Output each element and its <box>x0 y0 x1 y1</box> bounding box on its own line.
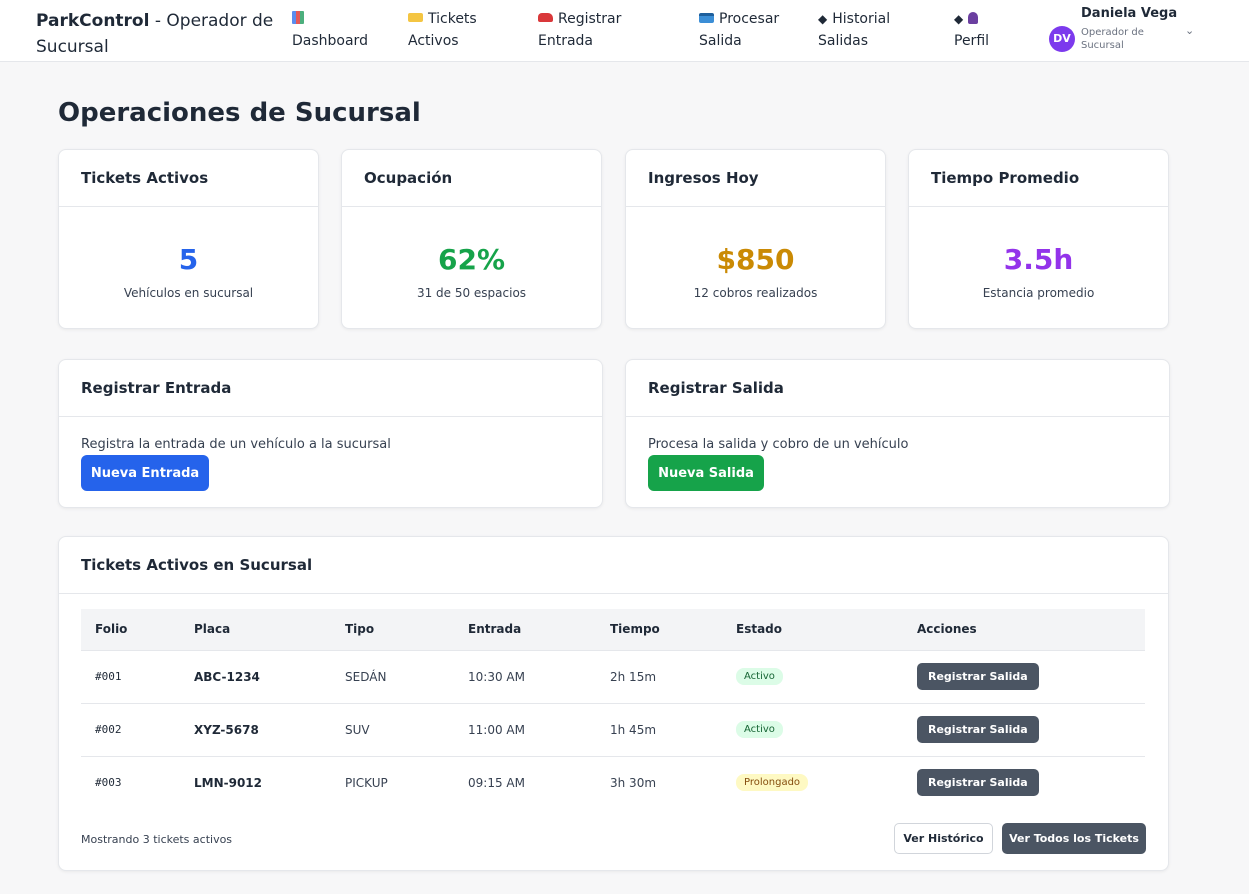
cell-estado: Prolongado <box>722 755 903 809</box>
page: ParkControl - Operador de Sucursal Dashb… <box>0 0 1249 894</box>
cell-tipo: PICKUP <box>331 755 454 809</box>
tickets-card-title: Tickets Activos en Sucursal <box>59 537 1168 594</box>
nav-procesar-salida[interactable]: Procesar Salida <box>699 8 779 52</box>
action-card-text: Procesa la salida y cobro de un vehículo <box>648 437 909 452</box>
tickets-table: Folio Placa Tipo Entrada Tiempo Estado A… <box>81 609 1145 809</box>
cell-placa: XYZ-5678 <box>180 702 331 756</box>
cell-estado: Activo <box>722 702 903 756</box>
col-estado: Estado <box>736 622 783 637</box>
cell-entrada: 09:15 AM <box>454 755 596 809</box>
action-card-title: Registrar Salida <box>626 360 1169 417</box>
registrar-salida-button[interactable]: Registrar Salida <box>917 716 1039 743</box>
nav-historial-salidas[interactable]: ◆ Historial Salidas <box>818 8 890 52</box>
cell-placa: LMN-9012 <box>180 755 331 809</box>
table-row: #003 LMN-9012 PICKUP 09:15 AM 3h 30m Pro… <box>81 755 1145 809</box>
nueva-entrada-button[interactable]: Nueva Entrada <box>81 455 209 491</box>
action-card-title: Registrar Entrada <box>59 360 602 417</box>
stat-card-title: Ocupación <box>342 150 601 207</box>
stat-subtitle: Estancia promedio <box>982 286 1095 300</box>
stat-subtitle: 12 cobros realizados <box>693 286 818 300</box>
credit-card-icon <box>699 13 714 23</box>
col-folio: Folio <box>95 622 128 637</box>
stat-subtitle: Vehículos en sucursal <box>123 286 254 300</box>
cell-entrada: 10:30 AM <box>454 649 596 703</box>
registrar-salida-button[interactable]: Registrar Salida <box>917 663 1039 690</box>
user-role: Operador de Sucursal <box>1081 27 1144 51</box>
tickets-card: Tickets Activos en Sucursal Folio Placa … <box>58 536 1169 871</box>
cell-folio: #001 <box>81 649 180 703</box>
tickets-count-text: Mostrando 3 tickets activos <box>81 833 233 846</box>
brand-name: ParkControl <box>36 11 150 31</box>
page-title: Operaciones de Sucursal <box>58 98 421 128</box>
stat-value: 5 <box>178 243 199 276</box>
cell-tiempo: 3h 30m <box>596 755 722 809</box>
table-header-row: Folio Placa Tipo Entrada Tiempo Estado A… <box>81 609 1145 650</box>
action-card-text: Registra la entrada de un vehículo a la … <box>81 437 391 452</box>
avatar: DV <box>1049 26 1075 52</box>
nav-perfil[interactable]: ◆ Perfil <box>954 8 989 52</box>
col-entrada: Entrada <box>468 622 522 637</box>
top-navbar: ParkControl - Operador de Sucursal Dashb… <box>0 0 1249 62</box>
chart-icon <box>292 11 304 24</box>
stat-card-tickets: Tickets Activos 5 Vehículos en sucursal <box>58 149 319 329</box>
cell-tipo: SUV <box>331 702 454 756</box>
status-badge: Prolongado <box>736 774 809 792</box>
cell-folio: #003 <box>81 755 180 809</box>
cell-placa: ABC-1234 <box>180 649 331 703</box>
status-badge: Activo <box>736 668 783 685</box>
stat-value: $850 <box>716 243 795 276</box>
col-placa: Placa <box>194 622 231 637</box>
stat-card-title: Ingresos Hoy <box>626 150 885 207</box>
cell-entrada: 11:00 AM <box>454 702 596 756</box>
stat-value: 62% <box>437 243 506 276</box>
nav-dashboard[interactable]: Dashboard <box>292 8 368 52</box>
ver-historico-button[interactable]: Ver Histórico <box>894 823 993 854</box>
action-card-salida: Registrar Salida Procesa la salida y cob… <box>625 359 1170 508</box>
table-row: #002 XYZ-5678 SUV 11:00 AM 1h 45m Activo… <box>81 702 1145 756</box>
user-menu[interactable]: DV Daniela Vega Operador de Sucursal ⌄ <box>1049 6 1229 58</box>
brand[interactable]: ParkControl - Operador de Sucursal <box>36 8 286 60</box>
stat-card-title: Tiempo Promedio <box>909 150 1168 207</box>
nueva-salida-button[interactable]: Nueva Salida <box>648 455 764 491</box>
cell-acciones: Registrar Salida <box>903 649 1145 703</box>
col-tiempo: Tiempo <box>610 622 660 637</box>
col-acciones: Acciones <box>917 622 977 637</box>
cell-estado: Activo <box>722 649 903 703</box>
user-icon <box>968 12 979 24</box>
status-badge: Activo <box>736 721 783 738</box>
stat-subtitle: 31 de 50 espacios <box>416 286 527 300</box>
ticket-icon <box>408 13 423 22</box>
action-card-entrada: Registrar Entrada Registra la entrada de… <box>58 359 603 508</box>
cell-acciones: Registrar Salida <box>903 702 1145 756</box>
col-tipo: Tipo <box>345 622 375 637</box>
cell-acciones: Registrar Salida <box>903 755 1145 809</box>
stat-card-title: Tickets Activos <box>59 150 318 207</box>
cell-folio: #002 <box>81 702 180 756</box>
cell-tiempo: 2h 15m <box>596 649 722 703</box>
chevron-down-icon: ⌄ <box>1185 24 1195 37</box>
stat-card-ingresos: Ingresos Hoy $850 12 cobros realizados <box>625 149 886 329</box>
stat-card-tiempo: Tiempo Promedio 3.5h Estancia promedio <box>908 149 1169 329</box>
diamond-icon: ◆ <box>818 12 828 26</box>
stat-card-ocupacion: Ocupación 62% 31 de 50 espacios <box>341 149 602 329</box>
user-name: Daniela Vega <box>1081 6 1178 21</box>
ver-todos-tickets-button[interactable]: Ver Todos los Tickets <box>1002 823 1146 854</box>
diamond-icon: ◆ <box>954 12 964 26</box>
nav-tickets-activos[interactable]: Tickets Activos <box>408 8 477 52</box>
cell-tipo: SEDÁN <box>331 649 454 703</box>
stat-value: 3.5h <box>1003 243 1074 276</box>
nav-registrar-entrada[interactable]: Registrar Entrada <box>538 8 621 52</box>
nav-dashboard-label: Dashboard <box>292 33 368 49</box>
table-row: #001 ABC-1234 SEDÁN 10:30 AM 2h 15m Acti… <box>81 649 1145 703</box>
cell-tiempo: 1h 45m <box>596 702 722 756</box>
registrar-salida-button[interactable]: Registrar Salida <box>917 769 1039 797</box>
car-icon <box>538 13 553 22</box>
